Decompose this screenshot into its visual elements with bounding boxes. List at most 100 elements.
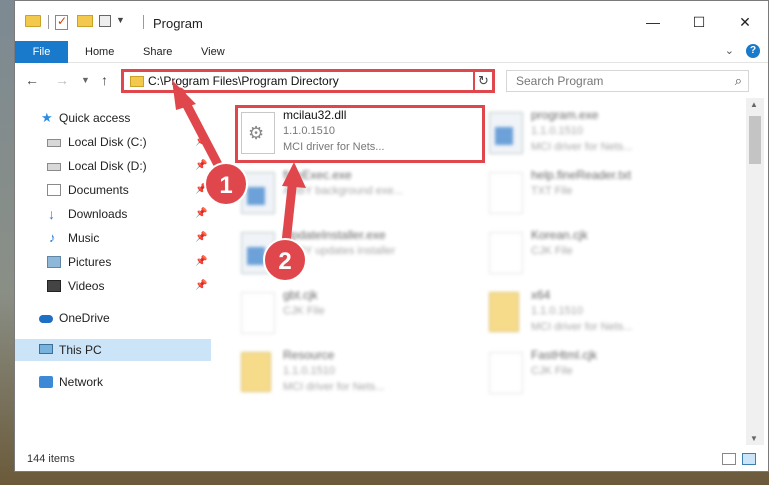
forward-arrow-icon[interactable]: → — [55, 72, 69, 88]
file-item-fasthtml-cjk[interactable]: FastHtml.cjk CJK File — [483, 344, 723, 400]
scroll-down-icon[interactable]: ▼ — [750, 434, 758, 443]
address-bar[interactable]: C:\Program Files\Program Directory ⌄ — [121, 69, 492, 93]
file-name: FastHtml.cjk — [531, 348, 597, 362]
navigation-bar: ← → ▼ ↑ C:\Program Files\Program Directo… — [15, 64, 768, 98]
search-placeholder: Search Program — [516, 74, 604, 88]
file-type: CJK File — [531, 365, 573, 377]
folder-item-x64[interactable]: x64 1.1.0.1510 MCI driver for Nets... — [483, 284, 723, 340]
explorer-window: ▼ Program — ☐ ✕ File Home Share View ⌄ ?… — [14, 0, 769, 472]
ribbon-tabs: File Home Share View ⌄ ? — [15, 41, 768, 63]
sidebar-item-label: Music — [68, 231, 100, 245]
back-arrow-icon[interactable]: ← — [25, 72, 39, 88]
text-file-icon — [489, 172, 523, 214]
sidebar-item-label: Network — [59, 375, 104, 389]
sidebar-item-music[interactable]: ♪ Music 📌 — [15, 227, 211, 249]
computer-icon — [39, 344, 53, 354]
status-bar: 144 items — [15, 445, 768, 471]
toolbar-separator — [143, 15, 144, 29]
callout-badge-1: 1 — [204, 162, 248, 206]
minimize-button[interactable]: — — [630, 9, 676, 35]
file-type: ABBY background exe... — [283, 185, 403, 197]
scrollbar-thumb[interactable] — [749, 116, 761, 164]
navigation-pane: ★ Quick access Local Disk (C:) 📌 Local D… — [15, 98, 211, 445]
recent-locations-icon[interactable]: ▼ — [81, 75, 90, 85]
properties-check-icon[interactable] — [55, 14, 68, 30]
folder-item-resource[interactable]: Resource 1.1.0.1510 MCI driver for Nets.… — [235, 344, 475, 400]
file-description: MCI driver for Nets... — [531, 141, 633, 153]
sidebar-item-videos[interactable]: Videos 📌 — [15, 275, 211, 297]
file-name: Resource — [283, 348, 335, 362]
address-path[interactable]: C:\Program Files\Program Directory — [148, 74, 339, 88]
file-name: Korean.cjk — [531, 228, 588, 242]
sidebar-item-label: Quick access — [59, 111, 131, 125]
maximize-button[interactable]: ☐ — [676, 9, 722, 35]
item-count: 144 items — [27, 453, 75, 465]
sidebar-item-onedrive[interactable]: OneDrive — [15, 307, 211, 329]
sidebar-item-pictures[interactable]: Pictures 📌 — [15, 251, 211, 273]
file-item-program-exe[interactable]: program.exe 1.1.0.1510 MCI driver for Ne… — [483, 104, 723, 160]
download-arrow-icon: ↓ — [48, 206, 55, 222]
quick-access-customize-icon[interactable] — [99, 15, 111, 27]
file-item-help-txt[interactable]: help.fineReader.txt TXT File — [483, 164, 723, 220]
sidebar-item-local-disk-d[interactable]: Local Disk (D:) 📌 — [15, 155, 211, 177]
large-icons-view-icon[interactable] — [742, 453, 756, 465]
new-folder-icon[interactable] — [77, 15, 93, 27]
search-input[interactable]: Search Program ⌕ — [506, 70, 749, 92]
refresh-icon[interactable]: ↻ — [473, 69, 495, 93]
folder-icon[interactable] — [25, 15, 41, 27]
pin-icon[interactable]: 📌 — [195, 203, 207, 225]
pin-icon[interactable]: 📌 — [195, 251, 207, 273]
drive-icon — [47, 163, 61, 171]
search-icon[interactable]: ⌕ — [735, 73, 742, 89]
sidebar-item-label: Local Disk (D:) — [68, 159, 147, 173]
file-item-fineexec-exe[interactable]: fineExec.exe ABBY background exe... — [235, 164, 475, 220]
pictures-icon — [47, 256, 61, 268]
text-file-icon — [489, 232, 523, 274]
file-item-gbt-cjk[interactable]: gbt.cjk CJK File — [235, 284, 475, 340]
star-icon: ★ — [41, 110, 53, 125]
sidebar-item-this-pc[interactable]: This PC — [15, 339, 211, 361]
sidebar-item-label: Local Disk (C:) — [68, 135, 147, 149]
tab-file[interactable]: File — [15, 41, 68, 63]
folder-icon — [130, 76, 144, 87]
sidebar-item-local-disk-c[interactable]: Local Disk (C:) 📌 — [15, 131, 211, 153]
file-name: x64 — [531, 288, 551, 302]
file-name: fineExec.exe — [283, 168, 352, 182]
scroll-up-icon[interactable]: ▲ — [750, 100, 758, 109]
file-type: CJK File — [531, 245, 573, 257]
pin-icon[interactable]: 📌 — [195, 275, 207, 297]
tab-view[interactable]: View — [201, 41, 225, 63]
sidebar-item-label: Documents — [68, 183, 129, 197]
pin-icon[interactable]: 📌 — [195, 131, 207, 153]
sidebar-item-label: OneDrive — [59, 311, 110, 325]
file-type: TXT File — [531, 185, 573, 197]
tab-share[interactable]: Share — [143, 41, 172, 63]
sidebar-item-label: Downloads — [68, 207, 128, 221]
tab-home[interactable]: Home — [85, 41, 114, 63]
sidebar-item-label: This PC — [59, 343, 102, 357]
help-icon[interactable]: ? — [746, 44, 760, 58]
sidebar-item-quick-access[interactable]: ★ Quick access — [15, 107, 211, 129]
expand-ribbon-icon[interactable]: ⌄ — [725, 44, 734, 57]
details-view-icon[interactable] — [722, 453, 736, 465]
window-title: Program — [153, 16, 203, 31]
sidebar-item-documents[interactable]: Documents 📌 — [15, 179, 211, 201]
close-button[interactable]: ✕ — [722, 9, 768, 35]
file-item-korean-cjk[interactable]: Korean.cjk CJK File — [483, 224, 723, 280]
chevron-down-icon[interactable]: ▼ — [116, 15, 125, 25]
up-arrow-icon[interactable]: ↑ — [101, 72, 108, 88]
sidebar-item-downloads[interactable]: ↓ Downloads 📌 — [15, 203, 211, 225]
file-name: gbt.cjk — [283, 288, 318, 302]
file-name: program.exe — [531, 108, 599, 122]
vertical-scrollbar[interactable]: ▲ ▼ — [746, 98, 764, 445]
film-icon — [47, 280, 61, 292]
pin-icon[interactable]: 📌 — [195, 227, 207, 249]
sidebar-item-label: Pictures — [68, 255, 112, 269]
file-version: 1.1.0.1510 — [531, 125, 583, 137]
file-name: UpdateInstaller.exe — [283, 228, 386, 242]
sidebar-item-network[interactable]: Network — [15, 371, 211, 393]
text-file-icon — [489, 352, 523, 394]
network-icon — [39, 376, 53, 388]
music-note-icon: ♪ — [49, 230, 56, 245]
documents-icon — [47, 184, 61, 196]
